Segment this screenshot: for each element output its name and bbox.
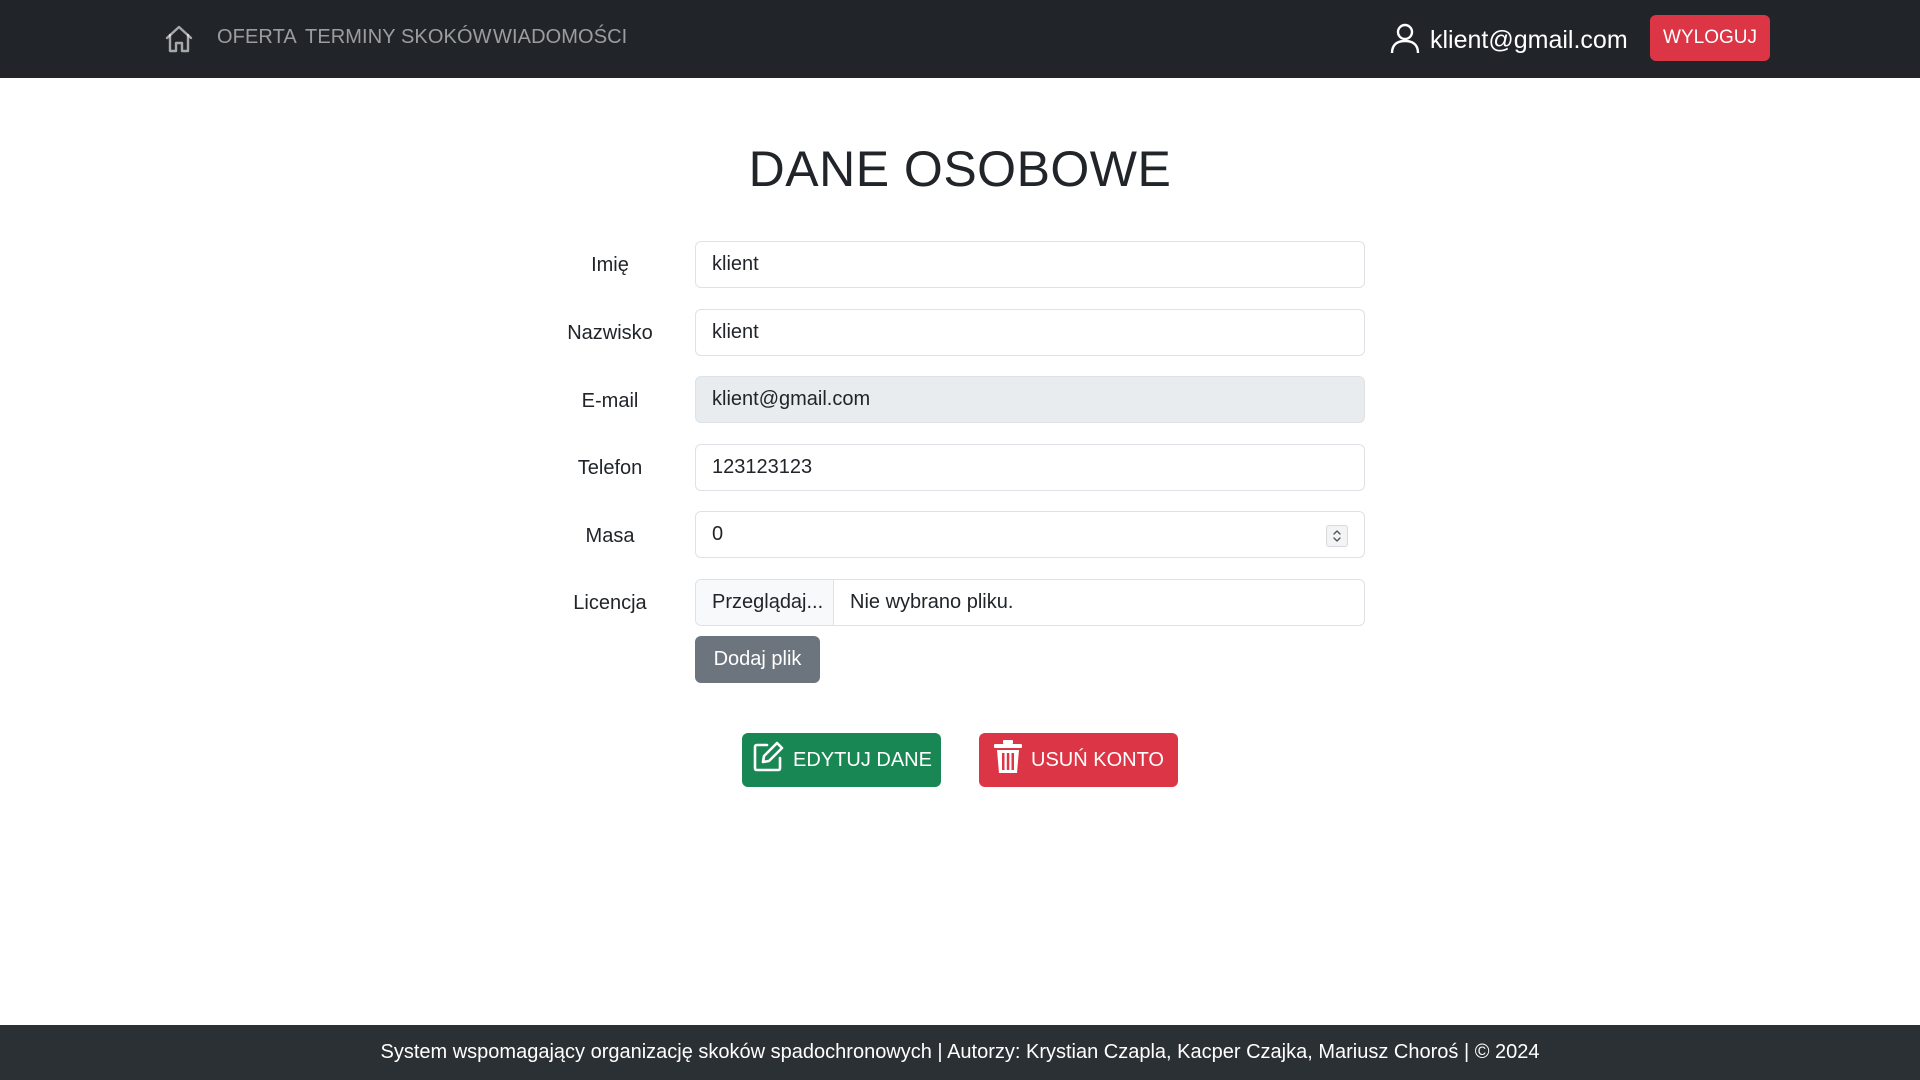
license-label: Licencja xyxy=(573,592,647,614)
logout-button[interactable]: WYLOGUJ xyxy=(1650,15,1770,61)
nav-link-terminy-skokow[interactable]: TERMINY SKOKÓW xyxy=(305,26,492,49)
edit-data-button[interactable]: EDYTUJ DANE xyxy=(742,733,941,787)
user-account[interactable]: klient@gmail.com xyxy=(1390,22,1628,58)
browse-button[interactable]: Przeglądaj... xyxy=(696,580,834,625)
trash-icon xyxy=(993,740,1023,780)
add-file-button[interactable]: Dodaj plik xyxy=(695,636,820,683)
email-field[interactable] xyxy=(695,376,1365,423)
pencil-square-icon xyxy=(751,740,785,780)
nav-link-oferta[interactable]: OFERTA xyxy=(217,26,297,49)
footer-text: System wspomagający organizację skoków s… xyxy=(380,1041,1540,1063)
top-navbar: OFERTA TERMINY SKOKÓW WIADOMOŚCI klient@… xyxy=(0,0,1920,78)
weight-field[interactable] xyxy=(695,511,1365,558)
weight-label: Masa xyxy=(585,525,635,547)
edit-data-label: EDYTUJ DANE xyxy=(793,748,932,771)
footer: System wspomagający organizację skoków s… xyxy=(0,1025,1920,1080)
page-title: DANE OSOBOWE xyxy=(748,141,1172,197)
file-status: Nie wybrano pliku. xyxy=(850,591,1014,613)
email-label: E-mail xyxy=(581,390,639,412)
last-name-label: Nazwisko xyxy=(567,322,653,344)
house-icon[interactable] xyxy=(161,21,197,57)
first-name-label: Imię xyxy=(591,254,629,276)
person-icon xyxy=(1390,22,1420,59)
license-file-input[interactable]: Przeglądaj... Nie wybrano pliku. xyxy=(695,579,1365,626)
nav-link-wiadomosci[interactable]: WIADOMOŚCI xyxy=(493,26,627,49)
delete-account-label: USUŃ KONTO xyxy=(1031,748,1164,771)
first-name-field[interactable] xyxy=(695,241,1365,288)
user-email: klient@gmail.com xyxy=(1430,25,1628,54)
last-name-field[interactable] xyxy=(695,309,1365,356)
weight-stepper[interactable] xyxy=(1326,525,1348,547)
phone-field[interactable] xyxy=(695,444,1365,491)
phone-label: Telefon xyxy=(577,457,643,479)
delete-account-button[interactable]: USUŃ KONTO xyxy=(979,733,1178,787)
